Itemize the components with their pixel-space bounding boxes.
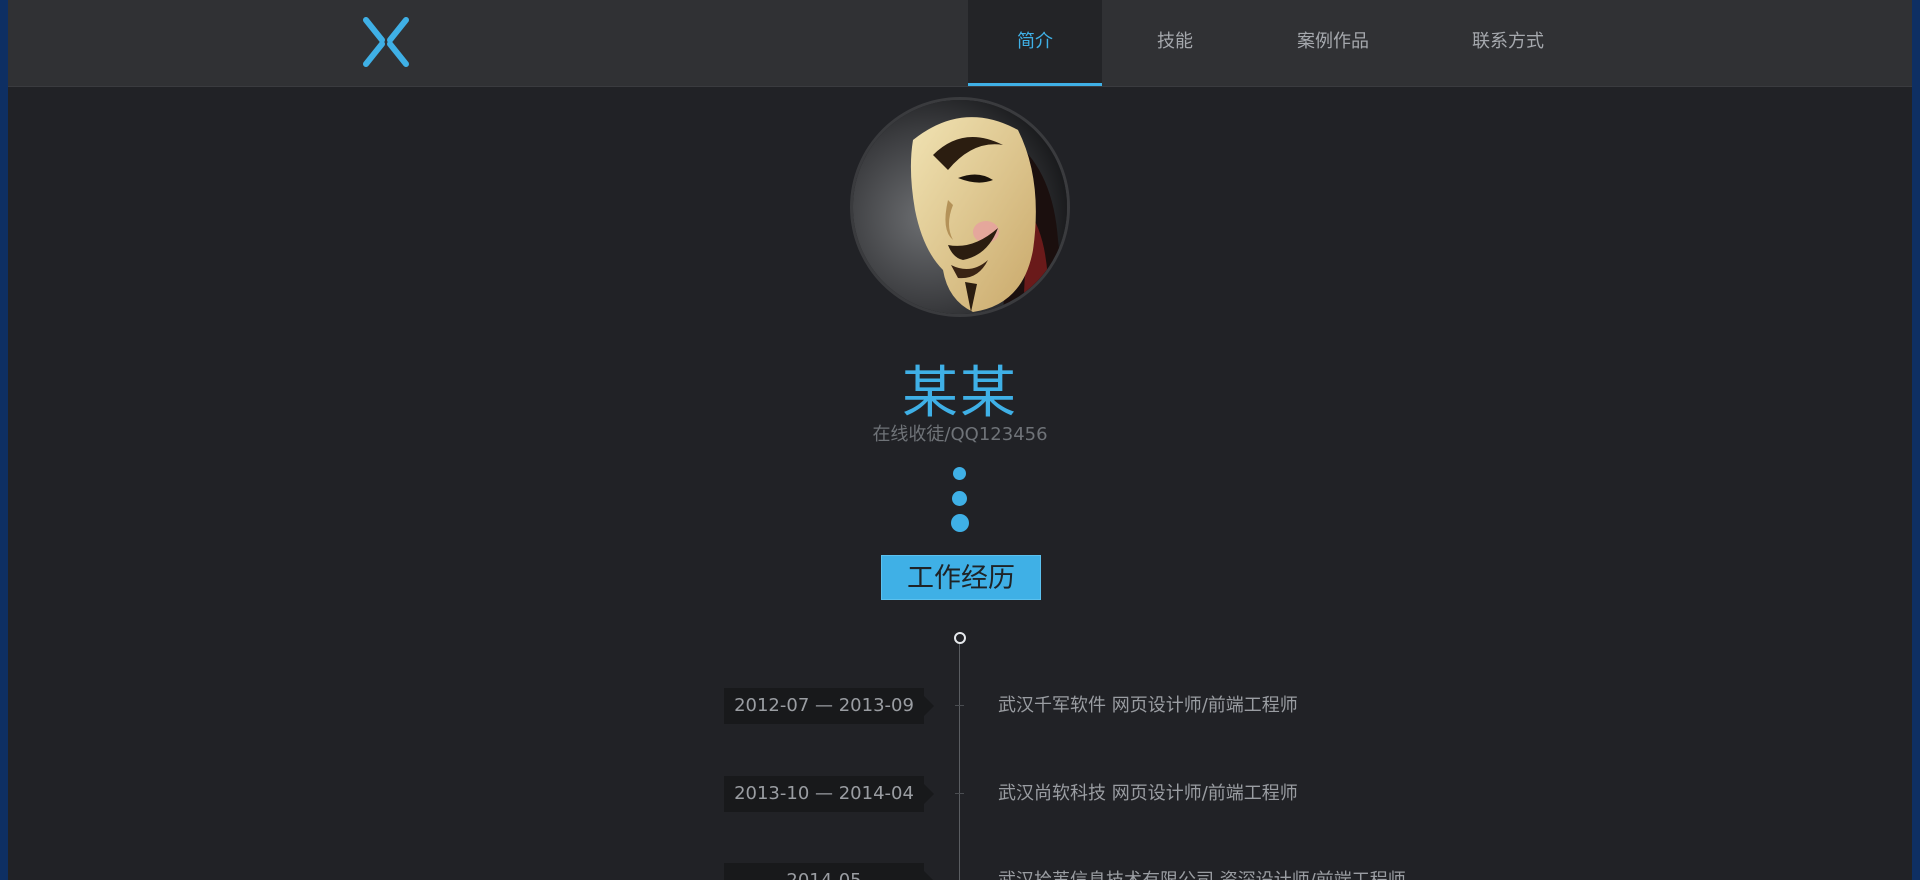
timeline-date: 2012-07 — 2013-09: [724, 688, 934, 724]
timeline-start-marker: [954, 632, 966, 644]
timeline-entry: 2013-10 — 2014-04 武汉尚软科技 网页设计师/前端工程师: [0, 776, 1920, 812]
profile-subtitle: 在线收徒/QQ123456: [872, 424, 1048, 445]
timeline-description: 武汉千军软件 网页设计师/前端工程师: [998, 695, 1298, 716]
section-title-work-experience: 工作经历: [881, 555, 1041, 600]
timeline-entry: 2012-07 — 2013-09 武汉千军软件 网页设计师/前端工程师: [0, 688, 1920, 724]
timeline-description: 武汉尚软科技 网页设计师/前端工程师: [998, 783, 1298, 804]
main-nav: 简介 技能 案例作品 联系方式: [968, 0, 1598, 86]
page-frame: 简介 技能 案例作品 联系方式 某某 在线收徒/QQ123456 工作经历 20…: [0, 0, 1920, 880]
timeline-description: 武汉拾苇信息技术有限公司 资深设计师/前端工程师: [998, 863, 1406, 880]
nav-tab-skills[interactable]: 技能: [1102, 0, 1248, 86]
timeline-date: 2013-10 — 2014-04: [724, 776, 934, 812]
timeline-date: 2014-05: [724, 863, 934, 880]
timeline-line: [959, 640, 960, 880]
top-header: 简介 技能 案例作品 联系方式: [8, 0, 1912, 87]
nav-tab-contact[interactable]: 联系方式: [1418, 0, 1598, 86]
timeline-entry: 2014-05 武汉拾苇信息技术有限公司 资深设计师/前端工程师: [0, 863, 1920, 880]
timeline-tick: [955, 705, 964, 706]
nav-tab-intro[interactable]: 简介: [968, 0, 1102, 86]
scroll-indicator-dot: [953, 467, 966, 480]
profile-name: 某某: [902, 361, 1018, 426]
x-logo-icon[interactable]: [358, 14, 414, 70]
avatar: [853, 100, 1067, 314]
timeline-tick: [955, 793, 964, 794]
scroll-indicator-dot: [951, 514, 969, 532]
scroll-indicator-dot: [952, 491, 967, 506]
nav-tab-portfolio[interactable]: 案例作品: [1248, 0, 1418, 86]
